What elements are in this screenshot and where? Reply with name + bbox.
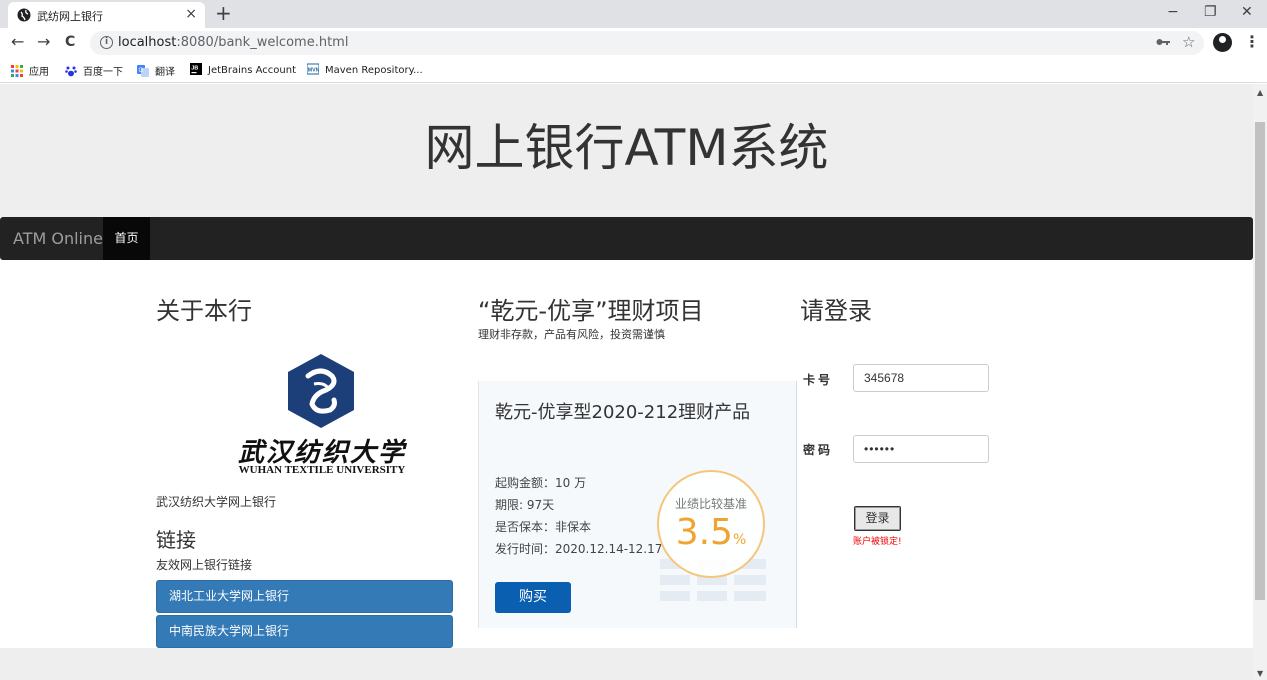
translate-icon: G [137, 65, 149, 77]
login-heading: 请登录 [800, 297, 872, 325]
footer-band [0, 648, 1253, 680]
url-text: localhost:8080/bank_welcome.html [118, 35, 348, 50]
tab-close-icon[interactable]: × [185, 5, 197, 23]
svg-text:JB: JB [191, 66, 198, 72]
bookmarks-bar: 应用 百度一下 G 翻译 JB JetBrains Account MVN Ma… [0, 58, 1267, 83]
product-term: 期限: 97天 [495, 498, 555, 512]
bookmark-star-icon[interactable]: ☆ [1182, 33, 1195, 51]
university-logo: 武汉纺织大学 WUHAN TEXTILE UNIVERSITY [228, 354, 416, 478]
product-heading: “乾元-优享”理财项目 [478, 297, 704, 325]
browser-menu-icon[interactable]: ⋮ [1244, 32, 1260, 51]
close-window-button[interactable]: ✕ [1241, 3, 1253, 21]
minimize-button[interactable]: − [1167, 3, 1179, 21]
baidu-paw-icon [65, 66, 77, 77]
badge-value: 3.5% [659, 512, 763, 553]
key-icon[interactable] [1156, 37, 1170, 47]
bookmark-apps[interactable]: 应用 [11, 63, 49, 78]
bookmark-translate[interactable]: G 翻译 [137, 63, 175, 78]
browser-tab[interactable]: 武纺网上银行 × [8, 2, 205, 28]
jetbrains-icon: JB [190, 63, 202, 75]
link-minzu-university-bank[interactable]: 中南民族大学网上银行 [156, 615, 453, 648]
logo-english-name: WUHAN TEXTILE UNIVERSITY [238, 464, 406, 476]
maven-icon: MVN [307, 63, 319, 75]
svg-text:MVN: MVN [308, 68, 319, 74]
tab-strip: 武纺网上银行 × + − ❐ ✕ [0, 0, 1267, 28]
card-number-label: 卡号 [803, 373, 834, 387]
scrollbar-thumb[interactable] [1255, 122, 1265, 600]
globe-icon [17, 8, 31, 22]
card-number-input[interactable] [853, 364, 989, 392]
site-title: 网上银行ATM系统 [424, 119, 829, 177]
bookmark-label: Maven Repository... [325, 65, 423, 76]
product-principal-guarantee: 是否保本：非保本 [495, 520, 592, 534]
links-heading: 链接 [156, 528, 196, 552]
browser-toolbar: ← → C i localhost:8080/bank_welcome.html… [0, 28, 1267, 58]
svg-text:G: G [139, 68, 144, 74]
url-host: localhost [118, 35, 177, 50]
reload-button[interactable]: C [65, 33, 75, 51]
login-button[interactable]: 登录 [854, 506, 901, 531]
navbar: ATM Online 首页 [0, 217, 1253, 260]
page-scrollbar[interactable]: ▲ ▼ [1253, 84, 1267, 680]
forward-button[interactable]: → [37, 33, 50, 51]
account-locked-error: 账户被锁定! [853, 537, 902, 547]
apps-grid-icon [11, 65, 23, 77]
badge-unit: % [732, 532, 747, 548]
badge-label: 业绩比较基准 [674, 497, 747, 511]
product-risk-warning: 理财非存款，产品有风险，投资需谨慎 [478, 328, 665, 341]
address-bar[interactable]: i localhost:8080/bank_welcome.html ☆ [90, 31, 1204, 55]
bookmark-label: 翻译 [155, 67, 175, 78]
bookmark-label: 应用 [29, 67, 49, 78]
bookmark-maven[interactable]: MVN Maven Repository... [307, 63, 423, 76]
new-tab-button[interactable]: + [215, 2, 232, 24]
product-issue-date: 发行时间：2020.12.14-12.17 [495, 542, 663, 556]
nav-home-link[interactable]: 首页 [103, 217, 150, 260]
bookmark-baidu[interactable]: 百度一下 [65, 63, 123, 78]
bookmark-label: JetBrains Account [208, 65, 297, 76]
bookmark-label: 百度一下 [83, 67, 123, 78]
links-subtitle: 友效网上银行链接 [156, 558, 253, 572]
bookmark-jetbrains[interactable]: JB JetBrains Account [190, 63, 296, 76]
product-min-amount: 起购金额：10 万 [495, 476, 587, 490]
tab-title: 武纺网上银行 [37, 10, 103, 23]
password-input[interactable] [853, 435, 989, 463]
badge-number: 3.5 [675, 512, 733, 553]
product-card: 乾元-优享型2020-212理财产品 起购金额：10 万 期限: 97天 是否保… [478, 381, 797, 628]
url-path: :8080/bank_welcome.html [176, 35, 349, 50]
university-emblem-icon [288, 354, 354, 428]
scroll-down-arrow-icon[interactable]: ▼ [1257, 669, 1263, 678]
back-button[interactable]: ← [11, 33, 24, 51]
profile-avatar-icon[interactable] [1213, 33, 1232, 52]
header-banner: 网上银行ATM系统 [0, 84, 1253, 217]
site-info-icon[interactable]: i [100, 36, 113, 49]
product-title: 乾元-优享型2020-212理财产品 [495, 402, 751, 423]
link-hubei-university-bank[interactable]: 湖北工业大学网上银行 [156, 580, 453, 613]
navbar-brand[interactable]: ATM Online [13, 229, 103, 248]
password-label: 密码 [803, 443, 834, 457]
scroll-up-arrow-icon[interactable]: ▲ [1257, 88, 1263, 97]
page-viewport: 网上银行ATM系统 ATM Online 首页 关于本行 武汉纺织大学 WUHA… [0, 84, 1253, 680]
restore-button[interactable]: ❐ [1204, 3, 1217, 21]
about-heading: 关于本行 [156, 297, 252, 325]
buy-button[interactable]: 购买 [495, 582, 571, 613]
return-rate-badge: 业绩比较基准 3.5% [657, 470, 765, 578]
about-text: 武汉纺织大学网上银行 [156, 495, 277, 509]
